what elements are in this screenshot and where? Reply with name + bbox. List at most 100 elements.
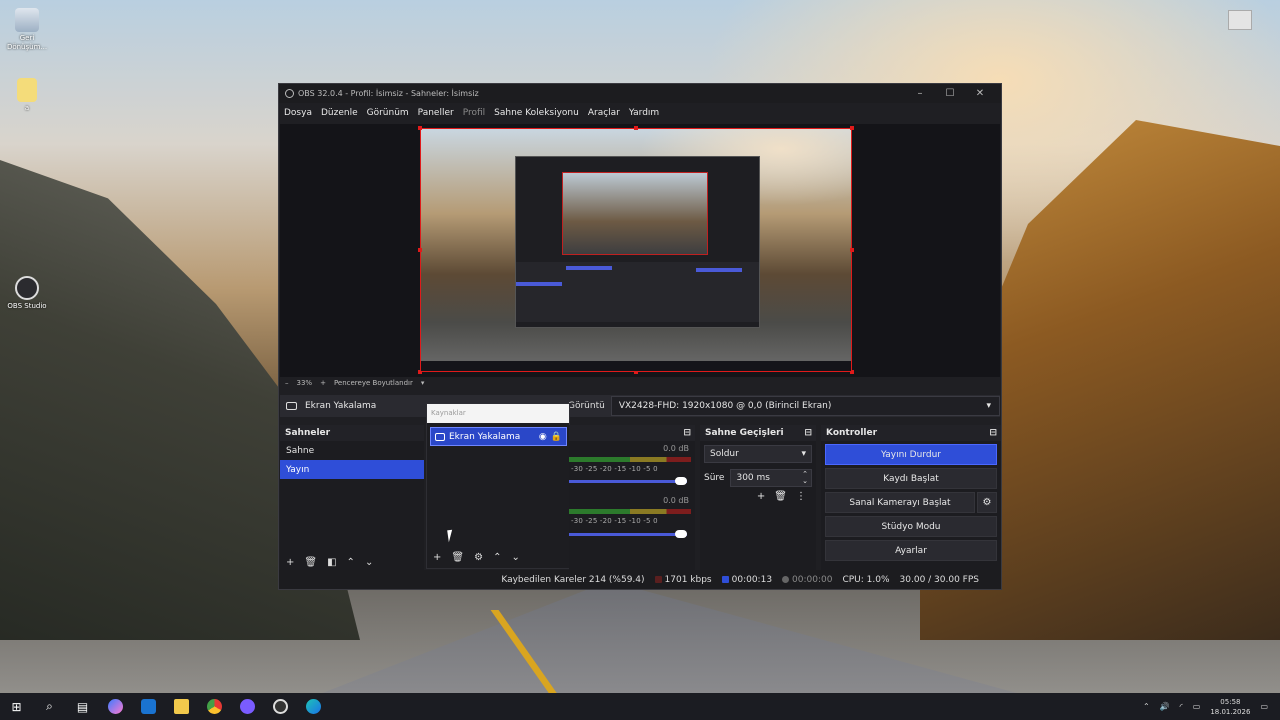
display-select[interactable]: VX2428-FHD: 1920x1080 @ 0,0 (Birincil Ek… xyxy=(610,396,1000,416)
move-down-icon[interactable]: ⌄ xyxy=(365,557,373,568)
remove-source-icon[interactable]: 🗑 xyxy=(451,552,464,563)
scene-item-label: Sahne xyxy=(286,445,315,456)
maximize-button[interactable]: ☐ xyxy=(935,88,965,99)
menu-scene-collection[interactable]: Sahne Koleksiyonu xyxy=(494,108,579,118)
source-properties-icon[interactable]: ⚙ xyxy=(474,552,483,563)
start-recording-button[interactable]: Kaydı Başlat xyxy=(825,468,997,489)
start-button[interactable]: ⊞ xyxy=(0,693,33,720)
wifi-icon[interactable]: ◜ xyxy=(1180,702,1183,711)
volume-slider[interactable] xyxy=(569,530,687,538)
notification-icon[interactable]: ▭ xyxy=(1260,702,1268,711)
taskbar-app-obs[interactable] xyxy=(264,693,297,720)
move-up-icon[interactable]: ⌃ xyxy=(493,552,501,563)
resize-handle[interactable] xyxy=(850,248,854,252)
taskbar-app-discord[interactable] xyxy=(231,693,264,720)
resize-handle[interactable] xyxy=(634,126,638,130)
minimize-button[interactable]: – xyxy=(905,88,935,99)
battery-icon[interactable]: ▭ xyxy=(1193,702,1201,711)
source-properties-bar: Ekran Yakalama Görüntü VX2428-FHD: 1920x… xyxy=(280,395,1000,417)
desktop-icon-folder[interactable]: a xyxy=(0,78,54,113)
volume-slider-knob[interactable] xyxy=(675,477,687,485)
stop-streaming-button[interactable]: Yayını Durdur xyxy=(825,444,997,465)
duration-input[interactable]: 300 ms ⌃ ⌄ xyxy=(730,469,812,487)
transitions-title: Sahne Geçişleri xyxy=(705,428,784,438)
dock-menu-icon[interactable]: ⊟ xyxy=(804,428,812,438)
window-titlebar: OBS 32.0.4 - Profil: İsimsiz - Sahneler:… xyxy=(279,84,1001,103)
source-item[interactable]: Ekran Yakalama ◉ 🔒 xyxy=(430,427,567,446)
zoom-in-button[interactable]: + xyxy=(320,379,326,387)
virtual-camera-settings-icon[interactable]: ⚙ xyxy=(977,492,997,513)
menu-tools[interactable]: Araçlar xyxy=(588,108,620,118)
tray-chevron-up-icon[interactable]: ⌃ xyxy=(1143,702,1150,711)
spinner-icon[interactable]: ⌃ ⌄ xyxy=(802,471,808,485)
clock[interactable]: 05:58 18.01.2026 xyxy=(1210,697,1250,717)
nested-obs-capture xyxy=(515,156,760,328)
move-up-icon[interactable]: ⌃ xyxy=(347,557,355,568)
task-view-icon[interactable]: ▤ xyxy=(66,693,99,720)
preview-canvas[interactable] xyxy=(280,124,1000,377)
remove-transition-icon[interactable]: 🗑 xyxy=(774,491,787,502)
studio-mode-button[interactable]: Stüdyo Modu xyxy=(825,516,997,537)
menu-help[interactable]: Yardım xyxy=(629,108,659,118)
scenes-dock: Sahneler Sahne Yayın + 🗑 ◧ ⌃ ⌄ xyxy=(280,425,424,573)
stream-icon xyxy=(721,575,729,583)
resize-handle[interactable] xyxy=(850,126,854,130)
desktop-icon-obs[interactable]: OBS Studio xyxy=(0,276,54,311)
transitions-dock: Sahne Geçişleri ⊟ Soldur ▾ Süre 300 ms ⌃… xyxy=(700,425,816,573)
zoom-out-button[interactable]: – xyxy=(285,379,289,387)
scenes-toolbar: + 🗑 ◧ ⌃ ⌄ xyxy=(280,553,424,571)
system-tray: ⌃ 🔊 ◜ ▭ 05:58 18.01.2026 ▭ xyxy=(1143,693,1268,720)
settings-button[interactable]: Ayarlar xyxy=(825,540,997,561)
desktop-icon-label: OBS Studio xyxy=(7,302,47,310)
visibility-eye-icon[interactable]: ◉ xyxy=(539,432,547,442)
transition-type-select[interactable]: Soldur ▾ xyxy=(704,445,812,463)
zoom-fit-label[interactable]: Pencereye Boyutlandır xyxy=(334,379,413,387)
discord-icon xyxy=(240,699,255,714)
start-virtual-camera-button[interactable]: Sanal Kamerayı Başlat xyxy=(825,492,975,513)
volume-meter xyxy=(569,509,691,514)
resize-handle[interactable] xyxy=(418,126,422,130)
menu-file[interactable]: Dosya xyxy=(284,108,312,118)
monitor-icon xyxy=(286,402,297,410)
zoom-dropdown-icon[interactable]: ▾ xyxy=(421,379,425,387)
speaker-icon[interactable]: 🔊 xyxy=(1160,702,1170,711)
search-icon[interactable]: ⌕ xyxy=(33,693,66,720)
move-down-icon[interactable]: ⌄ xyxy=(511,552,519,563)
volume-slider[interactable] xyxy=(569,477,687,485)
nested-preview xyxy=(562,172,708,255)
preview-source-frame[interactable] xyxy=(418,126,854,374)
remove-scene-icon[interactable]: 🗑 xyxy=(304,557,317,568)
source-item-label: Ekran Yakalama xyxy=(449,431,521,442)
desktop-icon-label: Geri Dönüşüm... xyxy=(6,34,48,51)
taskbar-app-outlook[interactable] xyxy=(132,693,165,720)
dock-menu-icon[interactable]: ⊟ xyxy=(683,428,691,438)
scene-filter-icon[interactable]: ◧ xyxy=(327,557,336,568)
menu-view[interactable]: Görünüm xyxy=(367,108,409,118)
menu-docks[interactable]: Paneller xyxy=(418,108,454,118)
resize-handle[interactable] xyxy=(418,248,422,252)
taskbar-app-chrome[interactable] xyxy=(198,693,231,720)
status-bar: Kaybedilen Kareler 214 (%59.4) 1701 kbps… xyxy=(279,570,1001,589)
add-transition-icon[interactable]: + xyxy=(757,491,765,502)
taskbar-app-explorer[interactable] xyxy=(165,693,198,720)
clock-time: 05:58 xyxy=(1220,697,1241,706)
stream-time-wrap: 00:00:13 xyxy=(721,575,772,585)
volume-slider-knob[interactable] xyxy=(675,530,687,538)
taskbar-app-edge[interactable] xyxy=(297,693,330,720)
taskbar-app-copilot[interactable] xyxy=(99,693,132,720)
scene-item-selected[interactable]: Yayın xyxy=(280,460,424,479)
close-button[interactable]: ✕ xyxy=(965,88,995,99)
nested-panels xyxy=(516,262,759,322)
more-options-icon[interactable]: ⋮ xyxy=(796,491,806,502)
menu-profile[interactable]: Profil xyxy=(463,108,485,118)
lock-icon[interactable]: 🔒 xyxy=(551,432,562,442)
desktop-widget-icon[interactable] xyxy=(1228,10,1252,30)
menu-edit[interactable]: Düzenle xyxy=(321,108,358,118)
desktop-icon-recycle-bin[interactable]: Geri Dönüşüm... xyxy=(0,8,54,52)
add-source-icon[interactable]: + xyxy=(433,552,441,563)
controls-dock: Kontroller ⊟ Yayını Durdur Kaydı Başlat … xyxy=(821,425,1001,573)
scene-item[interactable]: Sahne xyxy=(280,441,424,460)
add-scene-icon[interactable]: + xyxy=(286,557,294,568)
sources-toolbar: + 🗑 ⚙ ⌃ ⌄ xyxy=(427,548,569,566)
dock-menu-icon[interactable]: ⊟ xyxy=(989,428,997,438)
